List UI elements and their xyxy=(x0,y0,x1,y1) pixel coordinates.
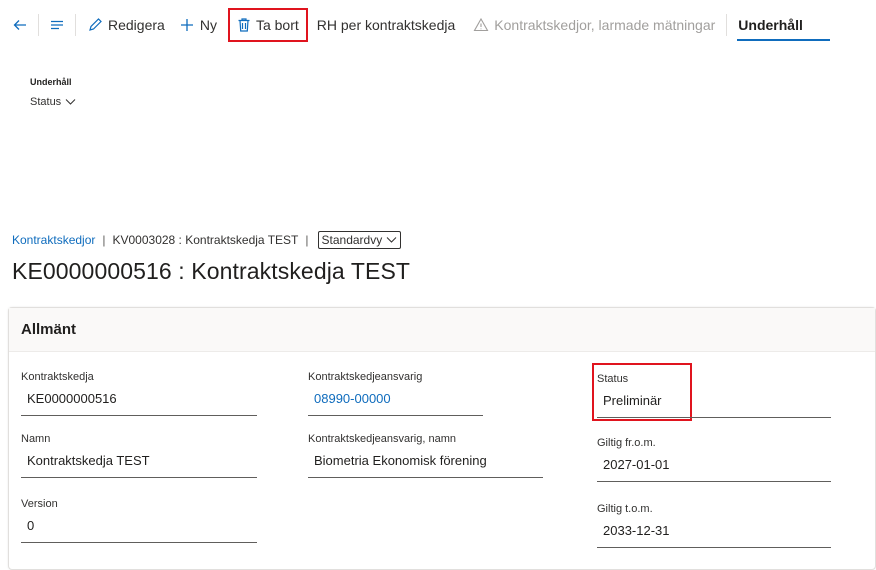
kontraktskedja-input[interactable]: KE0000000516 xyxy=(21,390,257,416)
chevron-down-icon xyxy=(65,99,76,105)
field-label: Kontraktskedja xyxy=(21,371,94,383)
chevron-down-icon xyxy=(386,237,397,243)
alarmed-measurements-label: Kontraktskedjor, larmade mätningar xyxy=(494,17,716,33)
field-label: Giltig fr.o.m. xyxy=(597,437,656,449)
kontraktskedjeansvarig-link[interactable]: 08990-00000 xyxy=(308,390,483,416)
field-label: Version xyxy=(21,498,58,510)
breadcrumb: Kontraktskedjor | KV0003028 : Kontraktsk… xyxy=(12,231,402,249)
fasttab-allmant: Allmänt Kontraktskedja KE0000000516 Namn… xyxy=(8,307,876,570)
field-label: Status xyxy=(597,373,629,385)
namn-input[interactable]: Kontraktskedja TEST xyxy=(21,452,257,478)
view-selector-label: Standardvy xyxy=(321,233,383,247)
field-status: Status Preliminär xyxy=(597,373,831,418)
status-menu-label: Status xyxy=(30,96,62,108)
fasttab-title: Allmänt xyxy=(21,321,77,338)
breadcrumb-separator: | xyxy=(102,233,106,247)
field-kontraktskedja: Kontraktskedja KE0000000516 xyxy=(21,371,257,416)
breadcrumb-link-kontraktskedjor[interactable]: Kontraktskedjor xyxy=(12,233,95,247)
field-giltig-tom: Giltig t.o.m. 2033-12-31 xyxy=(597,503,831,548)
field-giltig-from: Giltig fr.o.m. 2027-01-01 xyxy=(597,437,831,482)
menu-button[interactable] xyxy=(43,7,71,43)
alarmed-measurements-button[interactable]: Kontraktskedjor, larmade mätningar xyxy=(466,7,722,43)
back-button[interactable] xyxy=(6,7,34,43)
field-label: Kontraktskedjeansvarig xyxy=(308,371,423,383)
pencil-icon xyxy=(89,18,102,31)
fasttab-header[interactable]: Allmänt xyxy=(9,308,875,352)
edit-button[interactable]: Redigera xyxy=(80,7,172,43)
tab-underhall-label: Underhåll xyxy=(738,17,803,33)
status-menu-dropdown[interactable]: Status xyxy=(30,96,76,108)
status-input[interactable]: Preliminär xyxy=(597,392,831,418)
warning-icon xyxy=(473,17,489,32)
back-arrow-icon xyxy=(13,20,26,30)
field-namn: Namn Kontraktskedja TEST xyxy=(21,433,257,478)
rh-per-kontraktskedja-button[interactable]: RH per kontraktskedja xyxy=(310,7,463,43)
kontraktskedjeansvarig-namn-input[interactable]: Biometria Ekonomisk förening xyxy=(308,452,543,478)
delete-button-label: Ta bort xyxy=(255,17,299,33)
giltig-from-input[interactable]: 2027-01-01 xyxy=(597,456,831,482)
version-input[interactable]: 0 xyxy=(21,517,257,543)
edit-button-label: Redigera xyxy=(108,17,165,33)
tab-underhall[interactable]: Underhåll xyxy=(731,7,830,43)
breadcrumb-record: KV0003028 : Kontraktskedja TEST xyxy=(112,233,299,247)
view-selector[interactable]: Standardvy xyxy=(317,231,402,249)
breadcrumb-separator: | xyxy=(305,233,309,247)
toolbar-divider xyxy=(75,14,76,36)
delete-button[interactable]: Ta bort xyxy=(227,8,308,42)
ribbon-group-title: Underhåll xyxy=(30,77,72,87)
toolbar-divider xyxy=(38,14,39,36)
field-label: Giltig t.o.m. xyxy=(597,503,653,515)
trash-icon xyxy=(238,18,250,32)
field-label: Namn xyxy=(21,433,51,445)
field-version: Version 0 xyxy=(21,498,257,543)
giltig-tom-input[interactable]: 2033-12-31 xyxy=(597,522,831,548)
plus-icon xyxy=(180,19,193,31)
field-label: Kontraktskedjeansvarig, namn xyxy=(308,433,456,445)
field-kontraktskedjeansvarig: Kontraktskedjeansvarig 08990-00000 xyxy=(308,371,483,416)
action-pane: Redigera Ny Ta bort RH per kontraktskedj… xyxy=(0,0,876,50)
hamburger-menu-icon xyxy=(51,20,63,30)
new-button-label: Ny xyxy=(199,17,217,33)
field-kontraktskedjeansvarig-namn: Kontraktskedjeansvarig, namn Biometria E… xyxy=(308,433,543,478)
rh-per-kontraktskedja-label: RH per kontraktskedja xyxy=(316,17,456,33)
new-button[interactable]: Ny xyxy=(172,7,224,43)
toolbar-divider xyxy=(726,14,728,36)
page-title: KE0000000516 : Kontraktskedja TEST xyxy=(12,258,411,284)
